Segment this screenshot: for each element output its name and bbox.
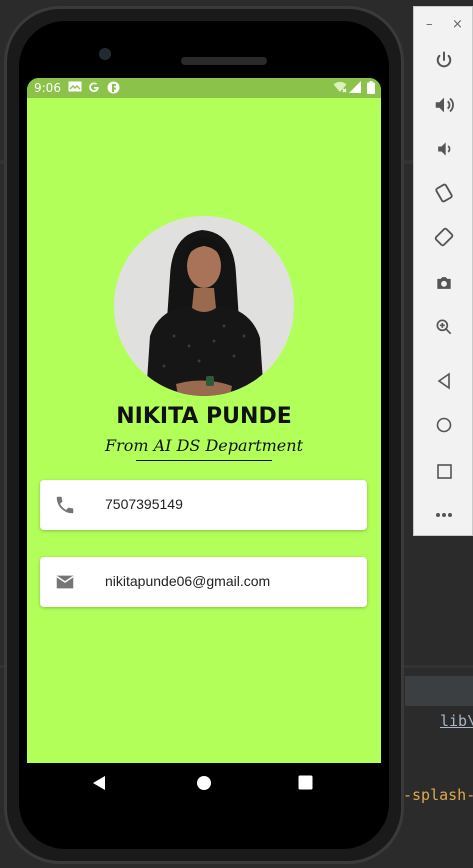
- email-icon: [54, 571, 76, 593]
- phone-card[interactable]: 7507395149: [40, 480, 367, 530]
- overview-icon[interactable]: [414, 451, 473, 491]
- rotate-left-icon[interactable]: [414, 173, 473, 213]
- minimize-button[interactable]: –: [426, 17, 433, 32]
- app-icon: [107, 81, 120, 97]
- home-icon[interactable]: [196, 775, 212, 795]
- back-icon[interactable]: [92, 775, 106, 795]
- ide-tab-bar: [405, 676, 473, 706]
- app-screen: 9:06 NIKITA PUNDE From AI DS Department …: [27, 78, 381, 763]
- ide-code-line: -splash-: [403, 786, 473, 804]
- email-card[interactable]: nikitapunde06@gmail.com: [40, 557, 367, 607]
- emulator-toolbar: – ×: [413, 6, 473, 536]
- close-button[interactable]: ×: [452, 17, 463, 32]
- mail-icon: [68, 81, 82, 95]
- google-icon: [88, 81, 100, 96]
- profile-name: NIKITA PUNDE: [116, 404, 292, 429]
- volume-up-icon[interactable]: [414, 85, 473, 125]
- rotate-right-icon[interactable]: [414, 217, 473, 257]
- email-address: nikitapunde06@gmail.com: [105, 573, 271, 589]
- ide-code-line: lib\: [440, 712, 473, 730]
- camera-icon[interactable]: [414, 263, 473, 303]
- signal-icon: [349, 81, 361, 96]
- divider: [136, 460, 272, 461]
- profile-subtitle: From AI DS Department: [104, 436, 303, 455]
- power-icon[interactable]: [414, 40, 473, 80]
- profile-photo: [114, 216, 294, 396]
- zoom-icon[interactable]: [414, 307, 473, 347]
- overview-icon[interactable]: [298, 775, 313, 794]
- status-bar: 9:06: [27, 78, 381, 98]
- nav-bar: [27, 763, 381, 805]
- status-time: 9:06: [34, 81, 61, 95]
- phone-number: 7507395149: [105, 496, 183, 512]
- battery-icon: [367, 81, 375, 97]
- earpiece-speaker: [181, 57, 267, 65]
- more-icon[interactable]: [414, 495, 473, 535]
- volume-down-icon[interactable]: [414, 129, 473, 169]
- back-icon[interactable]: [414, 361, 473, 401]
- home-icon[interactable]: [414, 405, 473, 445]
- phone-icon: [54, 494, 76, 516]
- wifi-icon: [333, 81, 347, 96]
- front-camera: [99, 48, 111, 60]
